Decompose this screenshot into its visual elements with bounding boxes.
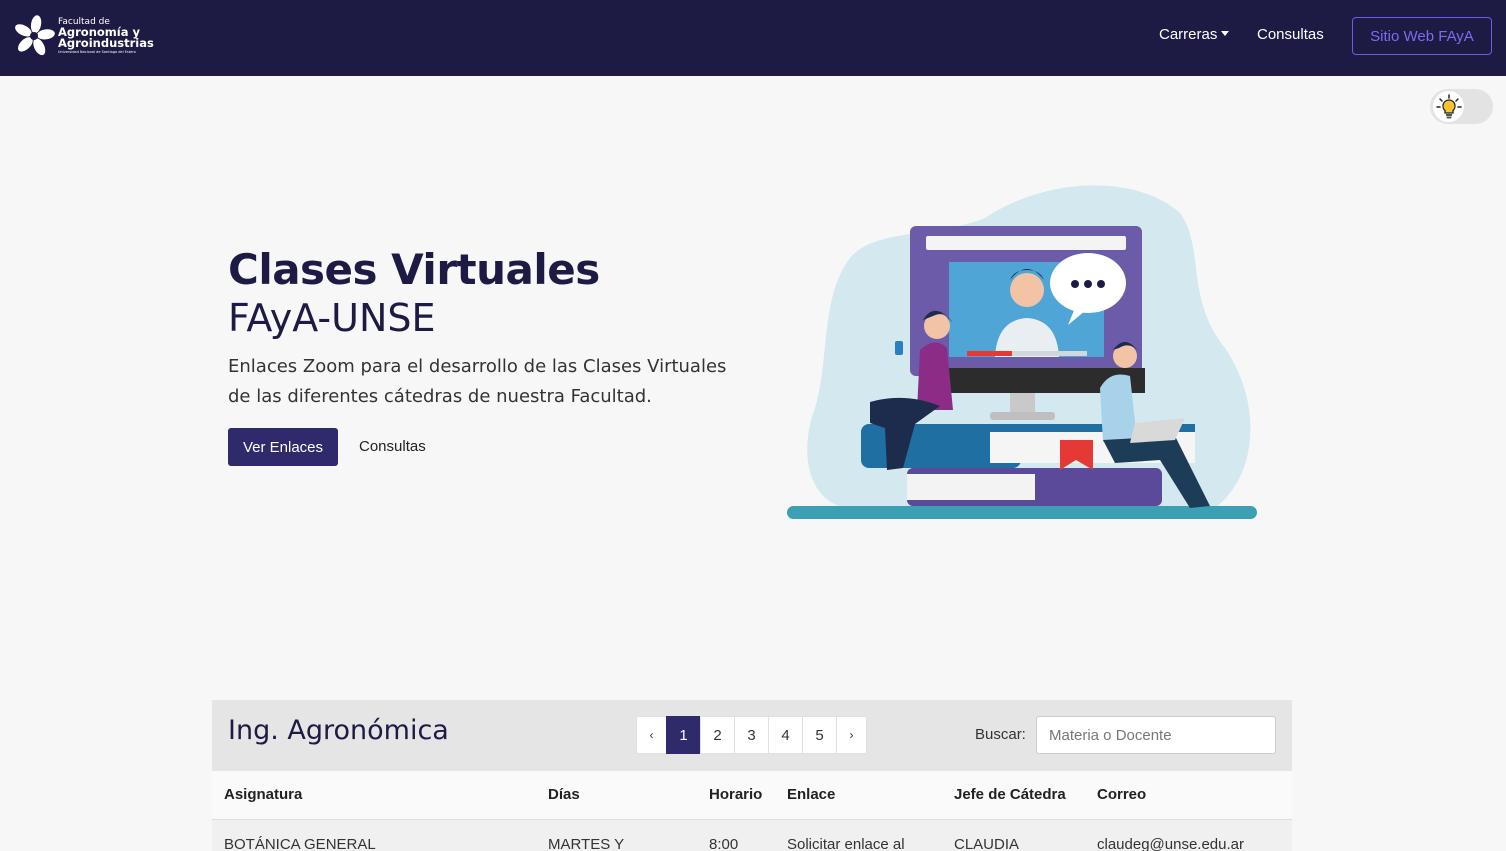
column-header-asignatura[interactable]: Asignatura — [224, 786, 302, 803]
pagination-page-5[interactable]: 5 — [802, 716, 837, 754]
cell-dias: MARTES Y — [548, 836, 625, 851]
career-title: Ing. Agronómica — [228, 715, 449, 746]
search-input[interactable] — [1036, 716, 1276, 754]
pagination-page-2[interactable]: 2 — [700, 716, 735, 754]
pagination-page-3[interactable]: 3 — [734, 716, 769, 754]
faya-logo[interactable]: Facultad de Agronomía y Agroindustrias U… — [12, 12, 157, 60]
pagination-next-button[interactable]: › — [836, 716, 867, 754]
brand-line-3: Agroindustrias — [58, 36, 154, 51]
pagination-page-1[interactable]: 1 — [666, 716, 701, 754]
cell-horario: 8:00 — [709, 836, 739, 851]
pagination: ‹ 1 2 3 4 5 › — [636, 716, 867, 754]
pagination-page-4[interactable]: 4 — [768, 716, 803, 754]
hero-description: Enlaces Zoom para el desarrollo de las C… — [228, 352, 748, 412]
column-header-enlace[interactable]: Enlace — [787, 786, 835, 803]
pagination-prev-button[interactable]: ‹ — [636, 716, 667, 754]
column-header-correo[interactable]: Correo — [1097, 786, 1146, 803]
sitio-web-button[interactable]: Sitio Web FAyA — [1352, 17, 1492, 55]
hero-consultas-link[interactable]: Consultas — [359, 438, 426, 455]
courses-table-card: Ing. Agronómica ‹ 1 2 3 4 5 › Buscar: As… — [212, 700, 1292, 851]
caret-down-icon — [1221, 31, 1230, 36]
flower-logo-icon — [15, 15, 55, 56]
column-header-dias[interactable]: Días — [548, 786, 580, 803]
nav-consultas-link[interactable]: Consultas — [1257, 26, 1324, 43]
column-header-jefe-catedra[interactable]: Jefe de Cátedra — [954, 786, 1066, 803]
lightbulb-icon — [1435, 93, 1462, 118]
table-card-header: Ing. Agronómica ‹ 1 2 3 4 5 › Buscar: — [212, 700, 1292, 771]
hero-description-line-2: de las diferentes cátedras de nuestra Fa… — [228, 386, 652, 407]
search-label: Buscar: — [975, 726, 1026, 743]
ver-enlaces-button[interactable]: Ver Enlaces — [228, 428, 338, 466]
hero-description-line-1: Enlaces Zoom para el desarrollo de las C… — [228, 356, 727, 377]
nav-carreras-dropdown[interactable]: Carreras — [1159, 26, 1230, 43]
cell-asignatura: BOTÁNICA GENERAL — [224, 836, 376, 851]
table-row: BOTÁNICA GENERAL MARTES Y 8:00 Solicitar… — [212, 820, 1292, 851]
cell-jefe-catedra: CLAUDIA — [954, 836, 1020, 851]
brand-text: Facultad de Agronomía y Agroindustrias U… — [58, 17, 154, 55]
theme-toggle[interactable] — [1430, 89, 1493, 124]
cell-correo[interactable]: claudeg@unse.edu.ar — [1097, 836, 1244, 851]
navbar: Facultad de Agronomía y Agroindustrias U… — [0, 0, 1506, 76]
column-header-horario[interactable]: Horario — [709, 786, 762, 803]
hero-title: Clases Virtuales — [228, 245, 600, 294]
hero-subtitle: FAyA-UNSE — [228, 296, 436, 340]
nav-carreras-label: Carreras — [1159, 26, 1218, 43]
brand-line-4: Universidad Nacional de Santiago del Est… — [58, 49, 136, 54]
cell-enlace[interactable]: Solicitar enlace al — [787, 836, 905, 851]
virtual-class-illustration — [787, 185, 1257, 519]
table-header-row: Asignatura Días Horario Enlace Jefe de C… — [212, 771, 1292, 820]
toggle-knob — [1433, 91, 1464, 122]
